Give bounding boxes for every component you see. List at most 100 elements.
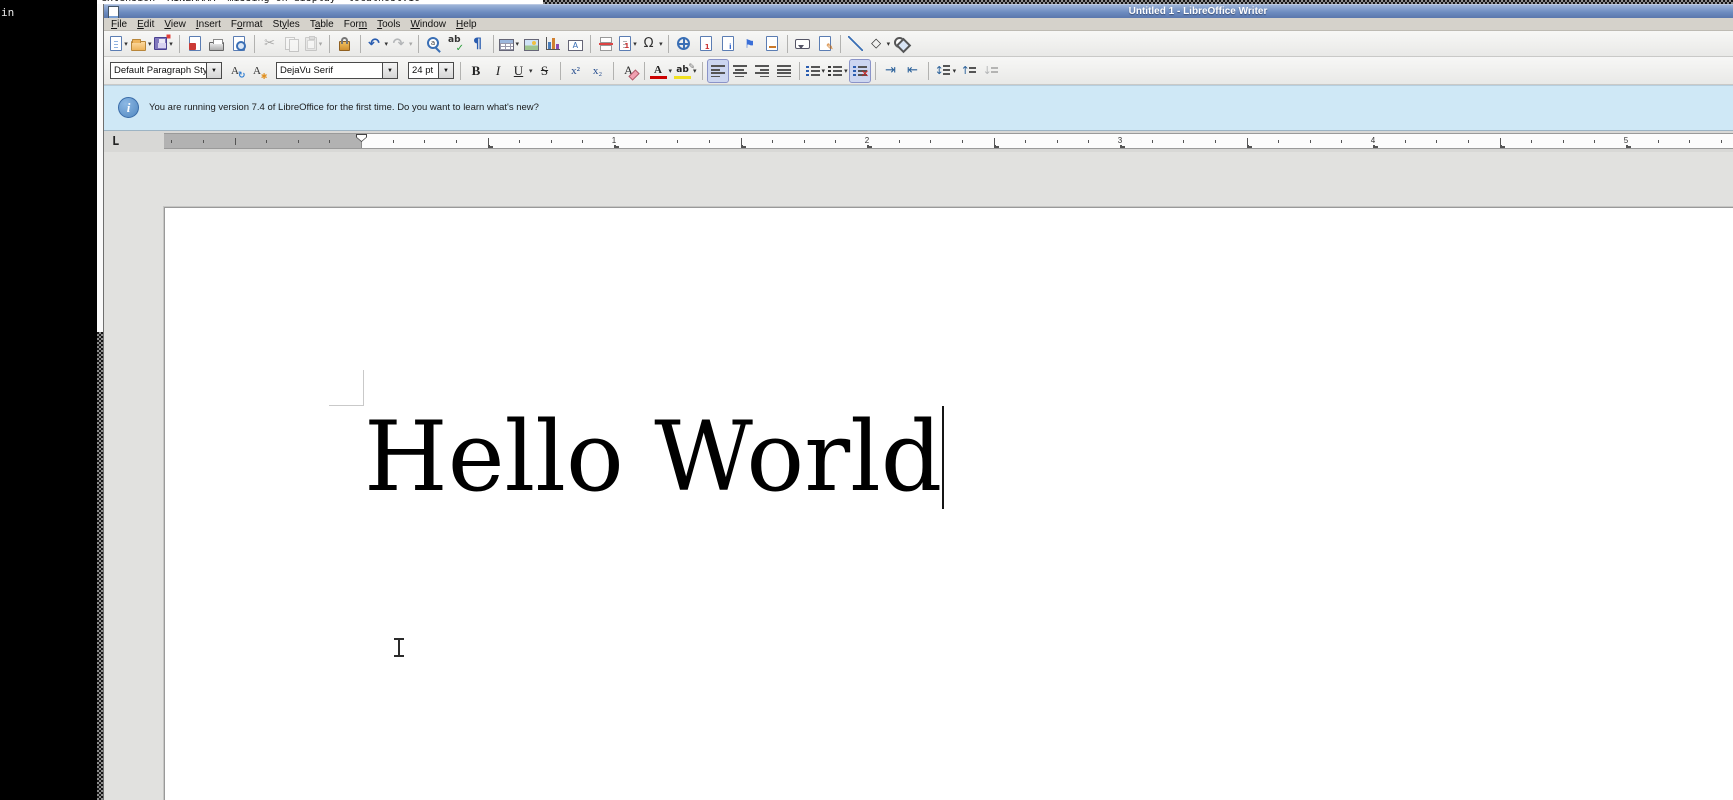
tab-type-selector[interactable]: L (112, 134, 119, 148)
font-size-combo[interactable]: 24 pt▼ (408, 62, 454, 79)
toolbar-separator (179, 35, 180, 53)
redo-button[interactable]: ↷▾ (390, 33, 413, 55)
insert-field-dropdown-arrow[interactable]: ▾ (633, 40, 637, 48)
spelling-button[interactable] (446, 33, 466, 55)
title-bar[interactable]: Untitled 1 - LibreOffice Writer (104, 4, 1733, 18)
insert-field-button[interactable]: ▾ (618, 33, 638, 55)
default-tab-stop-mark (1626, 145, 1631, 148)
print-button[interactable] (207, 33, 227, 55)
track-changes-button[interactable] (815, 33, 835, 55)
redo-dropdown-arrow[interactable]: ▾ (409, 40, 413, 48)
underline-dropdown-arrow[interactable]: ▾ (529, 67, 533, 75)
insert-line-button[interactable] (846, 33, 866, 55)
numbered-list-dropdown-arrow[interactable]: ▾ (844, 67, 848, 75)
menu-edit[interactable]: Edit (132, 19, 159, 30)
insert-table-button[interactable]: ▾ (499, 33, 520, 55)
find-and-replace-button[interactable] (424, 33, 444, 55)
open-file-button[interactable]: ▾ (131, 33, 152, 55)
clear-formatting-button[interactable]: A (619, 60, 639, 82)
open-file-dropdown-arrow[interactable]: ▾ (148, 40, 152, 48)
insert-endnote-button[interactable] (718, 33, 738, 55)
insert-special-character-button[interactable]: Ω▾ (640, 33, 663, 55)
cut-button[interactable]: ✂ (260, 33, 280, 55)
increase-paragraph-spacing-icon: ↑ (960, 62, 977, 79)
new-document-button[interactable]: ▾ (109, 33, 129, 55)
decrease-paragraph-spacing-button[interactable]: ↓ (980, 60, 1000, 82)
menu-insert[interactable]: Insert (191, 19, 226, 30)
font-name-dropdown-button[interactable]: ▼ (382, 63, 397, 78)
insert-image-button[interactable] (521, 33, 541, 55)
insert-textbox-icon (568, 40, 583, 51)
bullet-list-button[interactable]: ▾ (805, 60, 826, 82)
paste-dropdown-arrow[interactable]: ▾ (319, 40, 323, 48)
font-color-button[interactable]: A▾ (650, 60, 673, 82)
clone-formatting-button[interactable] (335, 33, 355, 55)
align-right-button[interactable] (752, 60, 772, 82)
document-page[interactable]: Hello World (164, 207, 1733, 800)
insert-special-character-dropdown-arrow[interactable]: ▾ (659, 40, 663, 48)
font-name-combo[interactable]: DejaVu Serif▼ (276, 62, 398, 79)
menu-help[interactable]: Help (451, 19, 482, 30)
menu-tools[interactable]: Tools (372, 19, 405, 30)
formatting-marks-button[interactable]: ¶ (468, 33, 488, 55)
default-tab-stop-mark (1373, 145, 1378, 148)
insert-hyperlink-button[interactable] (674, 33, 694, 55)
font-color-dropdown-arrow[interactable]: ▾ (669, 67, 673, 75)
strikethrough-button[interactable]: S (535, 60, 555, 82)
menu-styles[interactable]: Styles (268, 19, 305, 30)
increase-indent-button[interactable]: ⇥ (881, 60, 901, 82)
subscript-button[interactable]: x₂ (588, 60, 608, 82)
export-pdf-button[interactable] (185, 33, 205, 55)
save-dropdown-arrow[interactable]: ▾ (169, 40, 173, 48)
show-draw-functions-button[interactable] (892, 33, 912, 55)
toolbar-separator (668, 35, 669, 53)
basic-shapes-button[interactable]: ◇▾ (868, 33, 891, 55)
paragraph-style-dropdown-button[interactable]: ▼ (206, 63, 221, 78)
insert-textbox-button[interactable] (565, 33, 585, 55)
insert-chart-button[interactable] (543, 33, 563, 55)
superscript-button[interactable]: x² (566, 60, 586, 82)
document-text[interactable]: Hello World (364, 402, 944, 513)
highlight-color-icon: ab (674, 65, 691, 79)
bullet-list-dropdown-arrow[interactable]: ▾ (822, 67, 826, 75)
basic-shapes-dropdown-arrow[interactable]: ▾ (887, 40, 891, 48)
update-style-button[interactable] (225, 60, 245, 82)
italic-button[interactable]: I (488, 60, 508, 82)
menu-view[interactable]: View (159, 19, 191, 30)
no-list-button[interactable] (850, 60, 870, 82)
line-spacing-button[interactable]: ↕▾ (934, 60, 957, 82)
menu-table[interactable]: Table (305, 19, 339, 30)
bold-button[interactable]: B (466, 60, 486, 82)
decrease-indent-button[interactable]: ⇤ (903, 60, 923, 82)
undo-dropdown-arrow[interactable]: ▾ (385, 40, 389, 48)
save-button[interactable]: ▾ (154, 33, 174, 55)
menu-format[interactable]: Format (226, 19, 268, 30)
increase-paragraph-spacing-button[interactable]: ↑ (958, 60, 978, 82)
copy-button[interactable] (282, 33, 302, 55)
insert-line-icon (848, 36, 863, 51)
menu-form[interactable]: Form (339, 19, 372, 30)
highlight-color-button[interactable]: ab▾ (674, 60, 697, 82)
new-document-dropdown-arrow[interactable]: ▾ (124, 40, 128, 48)
underline-button[interactable]: U▾ (510, 60, 533, 82)
insert-table-dropdown-arrow[interactable]: ▾ (516, 40, 520, 48)
menu-window[interactable]: Window (405, 19, 451, 30)
insert-page-break-button[interactable] (596, 33, 616, 55)
new-style-button[interactable] (247, 60, 267, 82)
line-spacing-dropdown-arrow[interactable]: ▾ (953, 67, 957, 75)
insert-comment-button[interactable] (793, 33, 813, 55)
numbered-list-button[interactable]: ▾ (827, 60, 848, 82)
font-size-dropdown-button[interactable]: ▼ (438, 63, 453, 78)
align-left-button[interactable] (708, 60, 728, 82)
paste-button[interactable]: ▾ (304, 33, 324, 55)
horizontal-ruler[interactable]: 12345 (164, 133, 1733, 149)
insert-bookmark-button[interactable]: ⚑ (740, 33, 760, 55)
insert-cross-reference-button[interactable] (762, 33, 782, 55)
menu-file[interactable]: File (106, 19, 132, 30)
justify-button[interactable] (774, 60, 794, 82)
insert-footnote-button[interactable] (696, 33, 716, 55)
align-center-button[interactable] (730, 60, 750, 82)
print-preview-button[interactable] (229, 33, 249, 55)
paragraph-style-combo[interactable]: Default Paragraph Style▼ (110, 62, 222, 79)
undo-button[interactable]: ↶▾ (366, 33, 389, 55)
